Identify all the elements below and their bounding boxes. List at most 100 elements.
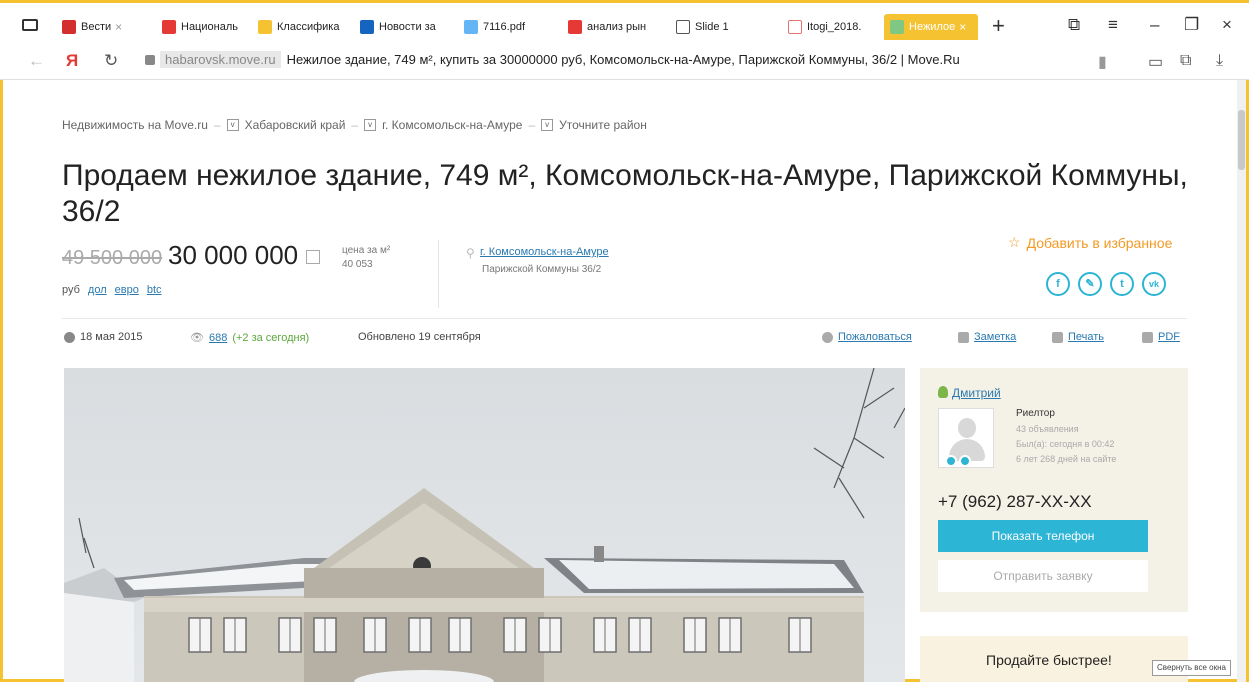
pdf-favicon-icon: [788, 20, 802, 34]
lock-icon[interactable]: [145, 55, 155, 65]
tabs-overview-icon[interactable]: [22, 19, 38, 31]
old-price: 49 500 000: [62, 247, 163, 269]
reload-icon[interactable]: ↻: [104, 51, 118, 71]
promo-text: Продайте быстрее!: [986, 652, 1112, 668]
updated-date: Обновлено 19 сентября: [358, 331, 481, 343]
back-arrow-icon[interactable]: ←: [28, 51, 45, 71]
agent-phone: +7 (962) 287-XX-XX: [938, 492, 1092, 511]
divider: [62, 318, 1187, 319]
location-pin-icon: ⚲: [466, 246, 475, 260]
edit-share-icon[interactable]: ✎: [1078, 272, 1102, 296]
tab-analiz[interactable]: анализ рын: [568, 17, 664, 37]
user-icon: [938, 386, 948, 398]
agent-stats: 43 объявления Был(а): сегодня в 00:42 6 …: [1016, 424, 1117, 464]
page-title-in-url: Нежилое здание, 749 м², купить за 300000…: [286, 52, 960, 67]
badge-icon: [959, 455, 971, 467]
tab-bar: Вести × Националь Классифика Новости за …: [0, 0, 1249, 44]
currency-symbol-icon: [306, 250, 320, 264]
agent-card: Дмитрий Риелтор 43 объявления Был(а): се…: [920, 368, 1188, 612]
twitter-icon[interactable]: t: [1110, 272, 1134, 296]
show-phone-button[interactable]: Показать телефон: [938, 520, 1148, 552]
add-to-favorites-button[interactable]: ☆ Добавить в избранное: [1008, 234, 1172, 251]
clock-icon: [64, 331, 75, 343]
yandex-favicon-icon: [162, 20, 176, 34]
chevron-down-icon[interactable]: v: [364, 119, 377, 131]
street-address: Парижской Коммуны 36/2: [482, 264, 602, 275]
battery-saver-icon[interactable]: ▭: [1148, 52, 1163, 72]
yandex-logo[interactable]: Я: [66, 51, 78, 71]
note-link[interactable]: Заметка: [958, 331, 1016, 343]
currency-eur-link[interactable]: евро: [115, 284, 139, 296]
star-icon: ☆: [1008, 234, 1021, 250]
minimize-icon[interactable]: –: [1150, 15, 1159, 35]
pdf-link[interactable]: PDF: [1142, 331, 1180, 343]
print-link[interactable]: Печать: [1052, 331, 1104, 343]
tooltip: Свернуть все окна: [1152, 660, 1231, 676]
close-window-icon[interactable]: ×: [1222, 15, 1232, 35]
price-per-m2: цена за м² 40 053: [342, 245, 391, 270]
eye-icon: 👁: [190, 332, 204, 344]
restore-icon[interactable]: ❐: [1184, 15, 1199, 35]
download-icon[interactable]: ⤓: [1216, 52, 1223, 70]
vk-icon[interactable]: vk: [1142, 272, 1166, 296]
bookmark-icon[interactable]: ▮: [1098, 52, 1107, 72]
chevron-down-icon[interactable]: v: [541, 119, 554, 131]
tab-nacional[interactable]: Националь: [162, 17, 250, 37]
tab-slide[interactable]: Slide 1: [676, 17, 756, 37]
tab-klassifika[interactable]: Классифика: [258, 17, 348, 37]
url-field[interactable]: habarovsk.move.ru Нежилое здание, 749 м²,…: [160, 51, 960, 68]
promo-banner[interactable]: Продайте быстрее!: [920, 636, 1188, 682]
close-tab-icon[interactable]: ×: [959, 20, 966, 34]
breadcrumb-item[interactable]: Хабаровский край: [245, 118, 346, 132]
extensions-icon[interactable]: ⧉: [1180, 52, 1191, 70]
page-scrollbar[interactable]: [1237, 80, 1246, 682]
divider: [438, 240, 439, 308]
listing-photo[interactable]: [64, 368, 905, 682]
badge-icon: [945, 455, 957, 467]
move-favicon-icon: [890, 20, 904, 34]
agent-name-link[interactable]: Дмитрий: [952, 386, 1001, 400]
note-icon: [958, 331, 969, 343]
pdf-icon: [1142, 331, 1153, 343]
breadcrumb-item[interactable]: Уточните район: [559, 118, 647, 132]
send-request-button[interactable]: Отправить заявку: [938, 560, 1148, 592]
current-price: 30 000 000: [168, 240, 299, 270]
breadcrumb-item[interactable]: г. Комсомольск-на-Амуре: [382, 118, 522, 132]
published-date: 18 мая 2015: [64, 331, 142, 343]
tab-vesti[interactable]: Вести ×: [62, 17, 150, 37]
avatar[interactable]: [938, 408, 994, 468]
city-link[interactable]: г. Комсомольск-на-Амуре: [480, 246, 609, 258]
yandex-favicon-icon: [568, 20, 582, 34]
tab-novosti[interactable]: Новости за: [360, 17, 456, 37]
facebook-icon[interactable]: f: [1046, 272, 1070, 296]
news-favicon-icon: [360, 20, 374, 34]
currency-switcher: руб дол евро btc: [62, 284, 162, 296]
views-link[interactable]: 688: [209, 332, 227, 344]
info-icon: [822, 331, 833, 343]
new-tab-button[interactable]: +: [992, 13, 1005, 39]
building-photo-image: [64, 368, 905, 682]
currency-btc-link[interactable]: btc: [147, 284, 162, 296]
address-bar: ← Я ↻ habarovsk.move.ru Нежилое здание, 7…: [0, 44, 1249, 80]
tab-pdf[interactable]: 7116.pdf: [464, 17, 550, 37]
currency-rub: руб: [62, 284, 80, 296]
close-tab-icon[interactable]: ×: [115, 20, 122, 34]
page-title: Продаем нежилое здание, 749 м², Комсомол…: [62, 159, 1188, 228]
breadcrumb: Недвижимость на Move.ru – v Хабаровский к…: [62, 118, 647, 132]
agent-role: Риелтор: [1016, 408, 1055, 419]
tabs-list-icon[interactable]: ⧉: [1068, 15, 1080, 35]
scrollbar-thumb[interactable]: [1238, 110, 1245, 170]
menu-icon[interactable]: ≡: [1108, 15, 1118, 35]
document-favicon-icon: [676, 20, 690, 34]
tab-itogi[interactable]: Itogi_2018.: [788, 17, 874, 37]
folder-favicon-icon: [258, 20, 272, 34]
pdf-favicon-icon: [464, 20, 478, 34]
url-domain: habarovsk.move.ru: [160, 51, 281, 68]
chevron-down-icon[interactable]: v: [226, 119, 239, 131]
complain-link[interactable]: Пожаловаться: [822, 331, 912, 343]
currency-usd-link[interactable]: дол: [88, 284, 107, 296]
breadcrumb-item[interactable]: Недвижимость на Move.ru: [62, 118, 208, 132]
vesti-favicon-icon: [62, 20, 76, 34]
tab-nezhiloe-active[interactable]: Нежилое ×: [884, 14, 978, 40]
printer-icon: [1052, 331, 1063, 343]
